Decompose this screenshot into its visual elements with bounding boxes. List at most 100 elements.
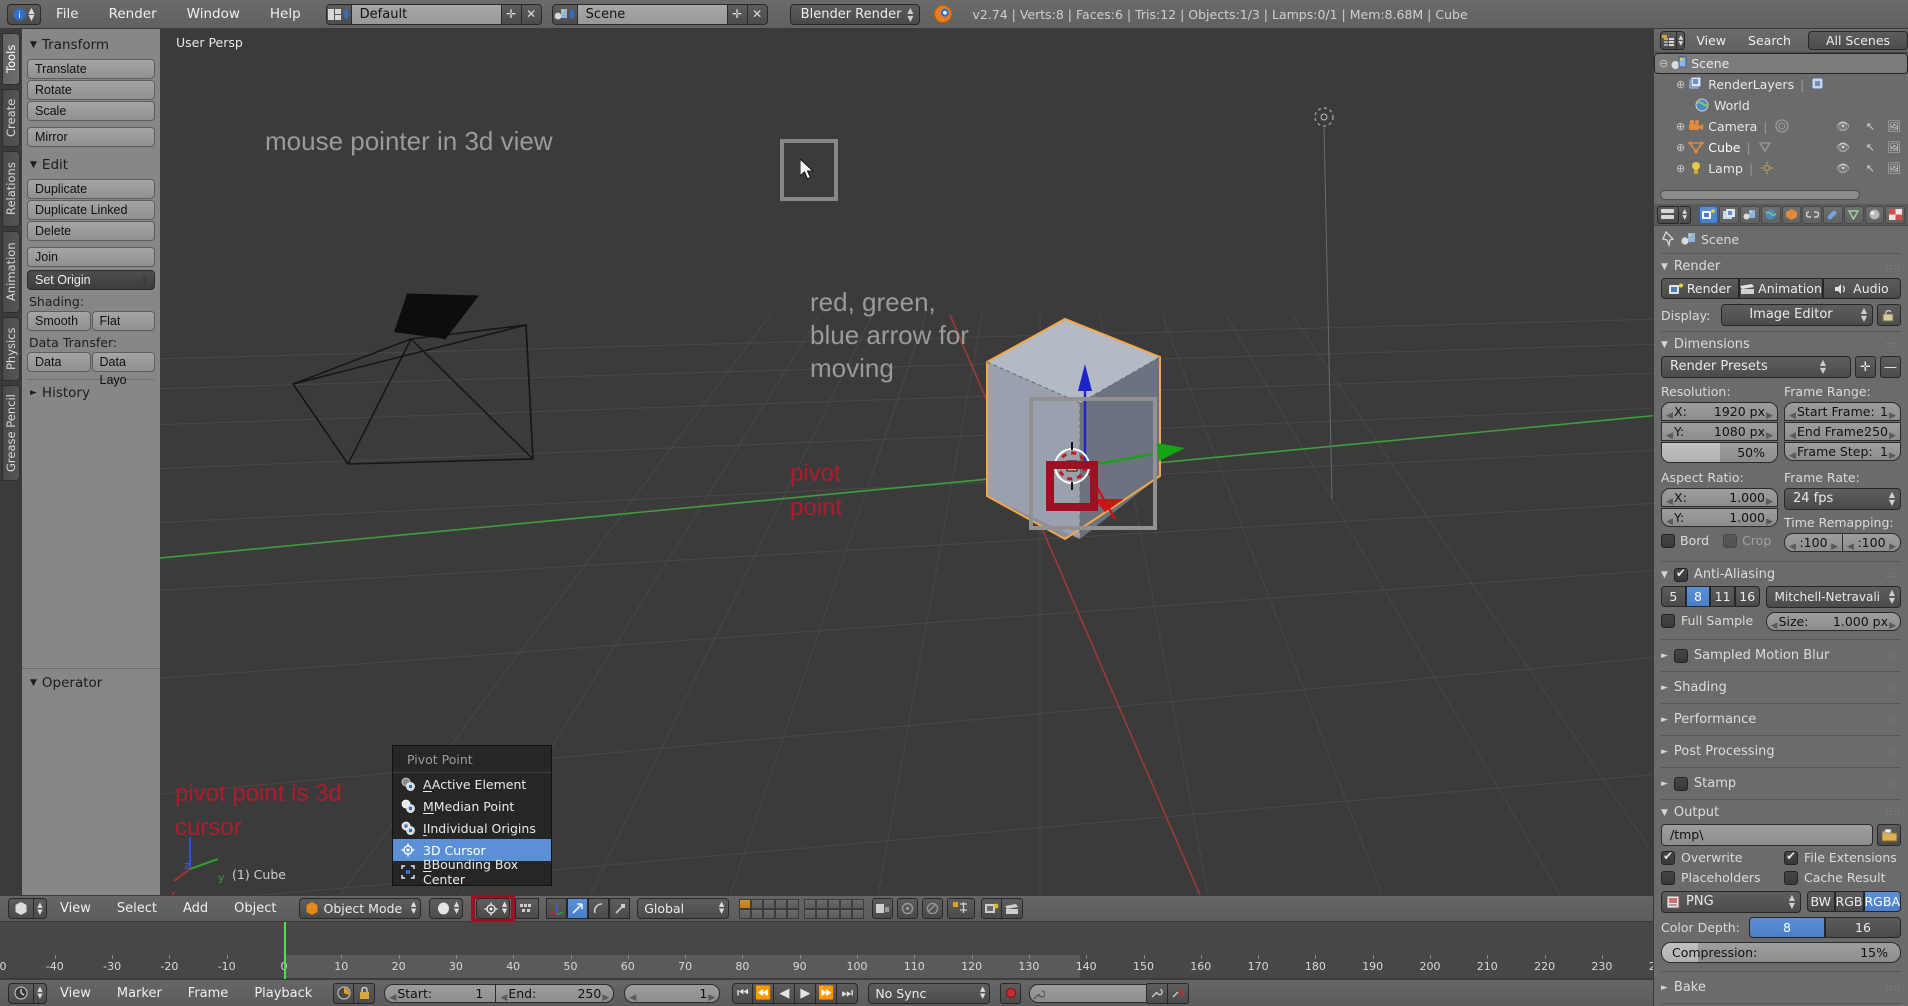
aa-size-field[interactable]: ◀ Size: 1.000 px ▶ [1765, 612, 1901, 631]
expand-toggle-icon[interactable]: ⊕ [1676, 162, 1685, 175]
render-animation-icon[interactable] [1002, 898, 1024, 919]
pivot-point-dropdown[interactable]: Pivot Point AActive Element MMedian Poin… [392, 745, 552, 887]
set-origin-button[interactable]: Set Origin [27, 270, 155, 290]
start-frame-field[interactable]: ◀ Start: 1 [384, 983, 497, 1003]
collapse-toggle-icon[interactable]: ⊖ [1659, 54, 1668, 73]
border-checkbox[interactable] [1661, 533, 1675, 548]
viewport-menu-select[interactable]: Select [104, 901, 170, 916]
aa-sample-16[interactable]: 16 [1734, 586, 1760, 607]
tab-material[interactable] [1864, 205, 1885, 224]
render-preview-icon[interactable] [922, 898, 944, 919]
tab-scene[interactable] [1740, 205, 1760, 224]
scene-selector[interactable]: ▲ ▼ Scene ✛ ✕ [551, 3, 768, 25]
tab-grease-pencil[interactable]: Grease Pencil [2, 385, 20, 481]
border-checkbox-group[interactable]: Bord [1661, 533, 1709, 548]
insert-keyframe-icon[interactable] [1147, 982, 1169, 1004]
aa-sample-5[interactable]: 5 [1661, 586, 1686, 607]
snap-element-icon[interactable] [947, 898, 976, 919]
snap-during-transform-icon[interactable] [515, 898, 540, 919]
display-lock-icon[interactable] [1877, 304, 1901, 326]
editor-type-chevron-icon[interactable]: ▲ ▼ [34, 982, 47, 1004]
delete-scene-icon[interactable]: ✕ [747, 3, 768, 25]
compression-slider[interactable]: Compression: 15% [1661, 942, 1901, 963]
stamp-panel-header[interactable]: ► Stamp :::: [1661, 773, 1901, 794]
menu-window[interactable]: Window [172, 0, 255, 29]
timeline-body[interactable] [0, 922, 1653, 955]
expand-toggle-icon[interactable]: ⊕ [1676, 141, 1685, 154]
aa-sample-8[interactable]: 8 [1685, 586, 1711, 607]
lock-time-cursor-icon[interactable] [354, 982, 376, 1004]
browse-folder-icon[interactable] [1877, 824, 1901, 846]
timeline-menu-frame[interactable]: Frame [175, 986, 242, 1001]
delete-button[interactable]: Delete [27, 221, 155, 241]
outliner-row-scene[interactable]: ⊖ Scene [1654, 53, 1908, 74]
frame-step-field[interactable]: ◀ Frame Step: 1 ▶ [1784, 442, 1901, 461]
play-reverse-button[interactable]: ◀ [774, 982, 796, 1004]
editor-type-properties-icon[interactable] [1657, 205, 1679, 224]
outliner-row-cube[interactable]: ⊕ Cube | 👁 ↖ 🖼 [1654, 137, 1908, 158]
lock-view-icon[interactable] [872, 898, 894, 919]
render-presets-selector[interactable]: Render Presets ▲ ▼ [1661, 356, 1851, 378]
tab-animation[interactable]: Animation [2, 231, 20, 313]
outliner-display-mode-chevron-icon[interactable]: ▲ ▼ [1677, 31, 1686, 50]
sampled-motion-blur-checkbox[interactable] [1673, 648, 1688, 663]
add-render-to-view-icon[interactable] [981, 898, 1003, 919]
start-frame-field[interactable]: ◀ Start Frame: 1 ▶ [1784, 402, 1901, 421]
crop-checkbox-group[interactable]: Crop [1723, 533, 1771, 548]
pivot-item-individual-origins[interactable]: IIndividual Origins [393, 817, 551, 839]
viewport-menu-object[interactable]: Object [221, 901, 289, 916]
full-sample-checkbox[interactable] [1661, 613, 1675, 628]
duplicate-linked-button[interactable]: Duplicate Linked [27, 200, 155, 220]
file-extensions-checkbox[interactable] [1784, 849, 1798, 865]
render-panel-header[interactable]: ▼ Render :::: [1661, 259, 1901, 274]
tab-texture[interactable] [1885, 205, 1905, 224]
performance-panel-header[interactable]: ► Performance :::: [1661, 709, 1901, 730]
color-depth-16[interactable]: 16 [1825, 917, 1901, 938]
scene-name[interactable]: Scene [577, 3, 728, 25]
tab-physics[interactable]: Physics [2, 317, 20, 381]
overwrite-group[interactable]: Overwrite [1661, 849, 1778, 865]
scale-manipulator-icon[interactable] [609, 898, 631, 919]
scene-layers-group-1[interactable] [739, 898, 800, 919]
tab-tools[interactable]: Tools [2, 33, 20, 85]
crop-checkbox[interactable] [1723, 533, 1738, 548]
properties-chevron-icon[interactable]: ▲ ▼ [1679, 205, 1691, 224]
sync-mode-selector[interactable]: No Sync ▲ ▼ [868, 982, 991, 1004]
bake-panel-header[interactable]: ► Bake :::: [1661, 977, 1901, 998]
increment-icon[interactable]: ▶ [602, 990, 609, 1002]
outliner-scope-selector[interactable]: All Scenes [1807, 31, 1908, 50]
color-depth-8[interactable]: 8 [1749, 917, 1825, 938]
scene-layers-group-2[interactable] [804, 898, 865, 919]
rotate-manipulator-icon[interactable] [588, 898, 610, 919]
placeholders-group[interactable]: Placeholders [1661, 870, 1778, 885]
pivot-point-selector[interactable]: ▲ ▼ [476, 898, 511, 919]
resolution-x-field[interactable]: ◀ X: 1920 px ▶ [1661, 402, 1778, 421]
next-keyframe-button[interactable]: ⏩ [816, 982, 838, 1004]
cache-result-group[interactable]: Cache Result [1784, 870, 1901, 885]
mirror-button[interactable]: Mirror [27, 127, 155, 147]
decrement-icon[interactable]: ◀ [500, 990, 507, 1002]
tab-render-layers[interactable] [1719, 205, 1739, 224]
timeline-menu-playback[interactable]: Playback [241, 986, 325, 1001]
tab-constraints[interactable] [1802, 205, 1822, 224]
restrict-render-icon[interactable]: 🖼 [1887, 162, 1901, 175]
tab-world[interactable] [1760, 205, 1781, 224]
rotate-button[interactable]: Rotate [27, 80, 155, 100]
full-sample-group[interactable]: Full Sample [1661, 613, 1760, 628]
editor-type-3dview-icon[interactable] [8, 898, 34, 919]
end-frame-field[interactable]: ◀ End: 250 ▶ [496, 983, 615, 1003]
pin-icon[interactable] [1661, 231, 1677, 247]
anti-aliasing-checkbox[interactable] [1673, 566, 1688, 582]
color-mode-rgb[interactable]: RGB [1834, 891, 1864, 912]
pivot-item-bounding-box-center[interactable]: BBounding Box Center [393, 857, 551, 887]
render-animation-button[interactable]: Animation [1739, 278, 1823, 299]
interaction-mode-selector[interactable]: Object Mode ▲ ▼ [299, 898, 422, 919]
menu-help[interactable]: Help [255, 0, 316, 29]
decrement-icon[interactable]: ◀ [389, 990, 396, 1002]
placeholders-checkbox[interactable] [1661, 870, 1675, 885]
aspect-y-field[interactable]: ◀ Y: 1.000 ▶ [1661, 508, 1778, 527]
sampled-motion-blur-panel-header[interactable]: ► Sampled Motion Blur :::: [1661, 645, 1901, 666]
restrict-render-icon[interactable]: 🖼 [1887, 141, 1901, 154]
translate-manipulator-icon[interactable] [567, 898, 589, 919]
file-format-selector[interactable]: PNG ▲ ▼ [1661, 891, 1801, 913]
